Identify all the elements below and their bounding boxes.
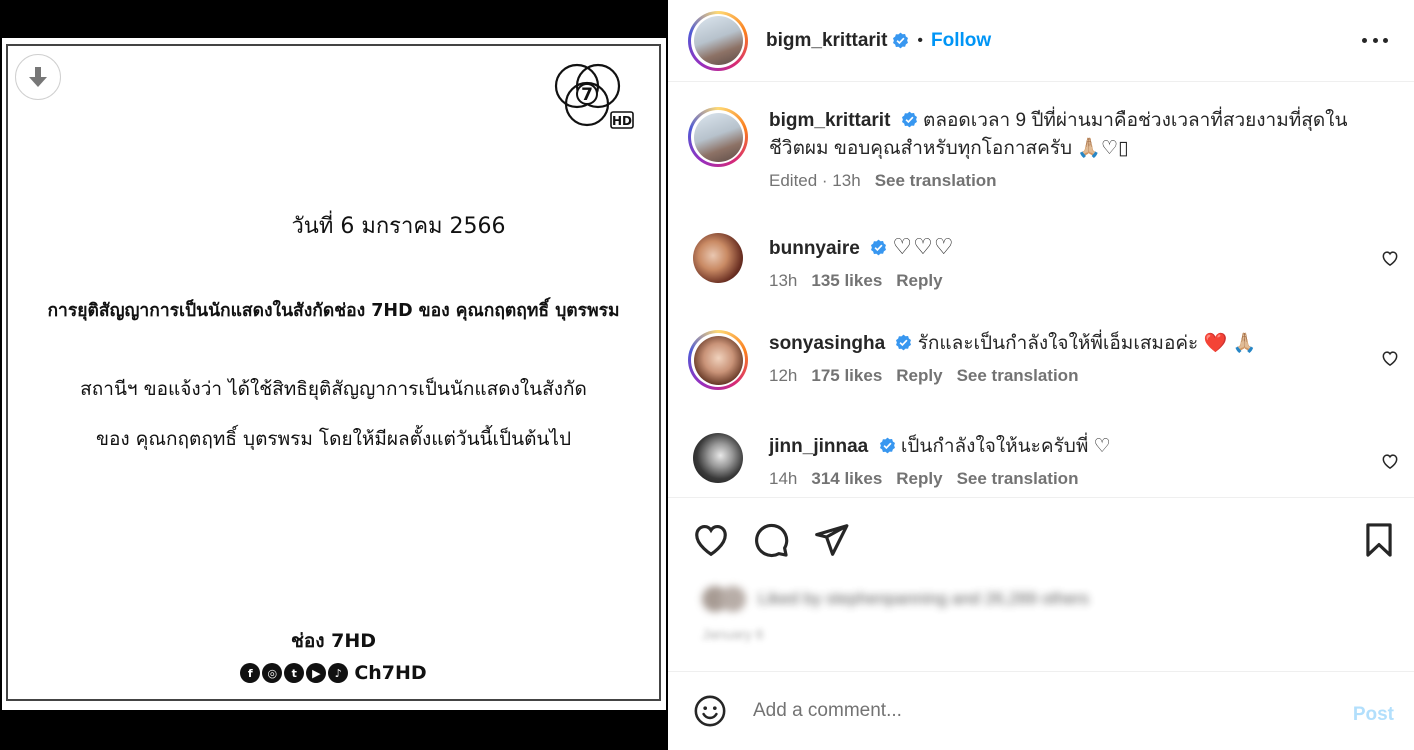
verified-badge-icon <box>879 437 895 454</box>
document-body-line: สถานีฯ ขอแจ้งว่า ได้ใช้สิทธิยุติสัญญาการ… <box>80 378 587 400</box>
youtube-icon: ▶ <box>306 663 327 683</box>
comment-bubble-icon[interactable] <box>752 521 790 559</box>
comment-likes[interactable]: 175 likes <box>811 366 882 385</box>
see-translation-link[interactable]: See translation <box>875 171 997 190</box>
like-comment-heart-icon[interactable] <box>1380 248 1400 268</box>
like-comment-heart-icon[interactable] <box>1380 451 1400 471</box>
comment-time: 14h <box>769 469 798 488</box>
comment-username[interactable]: sonyasingha <box>769 333 885 354</box>
media-image: 7 HD วันที่ 6 มกราคม 2566 การยุติสัญญากา… <box>2 38 666 710</box>
instagram-icon: ◎ <box>262 663 283 683</box>
caption-username[interactable]: bigm_krittarit <box>769 110 890 131</box>
comment-text: รักและเป็นกำลังใจให้พี่เอ็มเสมอค่ะ ❤️ 🙏🏼 <box>917 333 1257 354</box>
comment-username[interactable]: jinn_jinnaa <box>769 436 868 457</box>
verified-badge-icon <box>896 334 912 351</box>
save-bookmark-icon[interactable] <box>1360 521 1398 559</box>
post-sidebar: bigm_krittarit • Follow bigm_krittarit ต… <box>668 0 1414 750</box>
reply-button[interactable]: Reply <box>896 469 942 488</box>
post-header: bigm_krittarit • Follow <box>668 0 1414 82</box>
separator-dot: • <box>917 31 924 49</box>
reply-button[interactable]: Reply <box>896 271 942 290</box>
comment-text: เป็นกำลังใจให้นะครับพี่ ♡ <box>900 436 1111 457</box>
edited-time: Edited · 13h <box>769 171 861 190</box>
emoji-icon[interactable] <box>693 694 727 728</box>
tiktok-icon: ♪ <box>328 663 349 683</box>
like-heart-icon[interactable] <box>692 521 730 559</box>
avatar[interactable] <box>688 10 748 71</box>
post-actions: Liked by stephenpanning and 26,289 other… <box>668 497 1414 670</box>
comment-likes[interactable]: 314 likes <box>811 469 882 488</box>
comment-likes[interactable]: 135 likes <box>811 271 882 290</box>
avatar[interactable] <box>693 233 743 283</box>
social-icons-row: f ◎ t ▶ ♪ Ch7HD <box>8 662 659 684</box>
follow-button[interactable]: Follow <box>931 30 991 52</box>
svg-text:7: 7 <box>581 85 593 105</box>
ch7hd-logo: 7 HD <box>554 63 634 129</box>
comment-time: 13h <box>769 271 798 290</box>
announcement-document: 7 HD วันที่ 6 มกราคม 2566 การยุติสัญญากา… <box>6 44 661 701</box>
verified-badge-icon <box>893 32 909 49</box>
social-handle: Ch7HD <box>354 662 427 684</box>
post-media: 7 HD วันที่ 6 มกราคม 2566 การยุติสัญญากา… <box>0 0 668 750</box>
username-link[interactable]: bigm_krittarit <box>766 30 887 52</box>
document-signature: ช่อง 7HD <box>290 630 377 652</box>
comment-text: ♡♡♡ <box>892 234 955 259</box>
share-send-icon[interactable] <box>812 521 850 559</box>
reply-button[interactable]: Reply <box>896 366 942 385</box>
likes-summary[interactable]: Liked by stephenpanning and 26,289 other… <box>702 586 1202 612</box>
facebook-icon: f <box>240 663 261 683</box>
avatar[interactable] <box>693 433 743 483</box>
post-button[interactable]: Post <box>1353 704 1394 726</box>
svg-text:HD: HD <box>612 114 632 128</box>
avatar[interactable] <box>688 107 748 167</box>
comment-composer: Post <box>668 671 1414 750</box>
document-heading: การยุติสัญญาการเป็นนักแสดงในสังกัดช่อง 7… <box>47 301 620 321</box>
twitter-icon: t <box>284 663 305 683</box>
more-options-button[interactable] <box>1362 30 1388 50</box>
see-translation-link[interactable]: See translation <box>957 366 1079 385</box>
arrow-down-icon <box>29 67 47 87</box>
post-date: January 6 <box>702 626 764 642</box>
comment-username[interactable]: bunnyaire <box>769 238 860 259</box>
document-date: วันที่ 6 มกราคม 2566 <box>291 214 506 239</box>
avatar-image <box>693 16 743 65</box>
like-comment-heart-icon[interactable] <box>1380 348 1400 368</box>
comment-input[interactable] <box>753 700 1313 722</box>
download-button[interactable] <box>15 54 61 100</box>
see-translation-link[interactable]: See translation <box>957 469 1079 488</box>
avatar[interactable] <box>688 330 748 390</box>
verified-badge-icon <box>871 239 887 256</box>
comments-list[interactable]: bigm_krittarit ตลอดเวลา 9 ปีที่ผ่านมาคือ… <box>668 83 1414 497</box>
comment-time: 12h <box>769 366 798 385</box>
document-body-line: ของ คุณกฤตฤทธิ์ บุตรพรม โดยให้มีผลตั้งแต… <box>95 428 572 450</box>
verified-badge-icon <box>901 111 917 128</box>
